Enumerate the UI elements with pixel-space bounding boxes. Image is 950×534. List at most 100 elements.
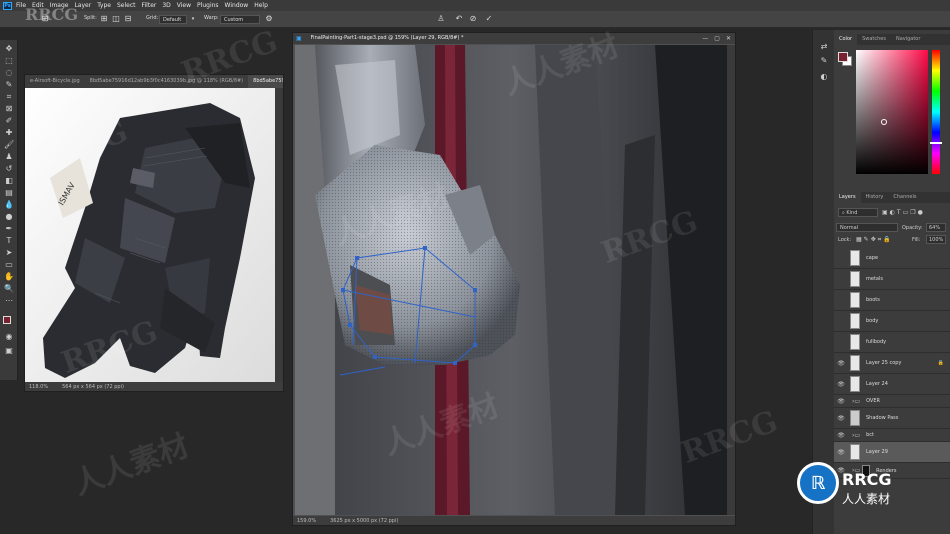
screen-mode-icon[interactable]: ▣ <box>4 346 14 356</box>
menu-filter[interactable]: Filter <box>142 2 157 9</box>
lock-icons[interactable]: ▦✎✥⌗🔒 <box>856 236 893 244</box>
menu-window[interactable]: Window <box>225 2 249 9</box>
lasso-tool-icon[interactable]: ◌ <box>4 68 14 78</box>
maximize-icon[interactable]: ▢ <box>714 35 720 42</box>
quick-mask-icon[interactable]: ◉ <box>4 332 14 342</box>
adjustments-icon[interactable]: ◐ <box>819 72 829 82</box>
brush-tool-icon[interactable]: 🖌 <box>4 140 14 150</box>
brush-settings-icon[interactable]: ✎ <box>819 56 829 66</box>
eye-icon[interactable]: 👁 <box>836 381 846 388</box>
opacity-input[interactable]: 64% <box>926 223 946 232</box>
quick-select-tool-icon[interactable]: ✎ <box>4 80 14 90</box>
layer-row-selected[interactable]: 👁 Layer 29 <box>834 442 950 463</box>
puppet-warp-icon[interactable]: ♙ <box>436 14 446 24</box>
menu-type[interactable]: Type <box>97 2 111 9</box>
menu-file[interactable]: File <box>16 2 26 9</box>
menu-view[interactable]: View <box>177 2 191 9</box>
foreground-color-swatch[interactable] <box>3 316 11 324</box>
warp-tool-icon[interactable]: ⊞ <box>40 14 50 24</box>
swap-arrows-icon[interactable]: ⇄ <box>819 42 829 52</box>
hand-tool-icon[interactable]: ✋ <box>4 272 14 282</box>
split-vertical-icon[interactable]: ◫ <box>111 14 121 24</box>
eye-icon[interactable]: 👁 <box>836 449 846 456</box>
path-selection-tool-icon[interactable]: ➤ <box>4 248 14 258</box>
blur-tool-icon[interactable]: 💧 <box>4 200 14 210</box>
tab-layers[interactable]: Layers <box>834 192 861 203</box>
layer-row[interactable]: fullbody <box>834 332 950 353</box>
gear-icon[interactable]: ⚙ <box>264 14 274 24</box>
document-title[interactable]: FinalPainting-Part1-stage3.psd @ 159% (L… <box>306 33 469 44</box>
layer-row[interactable]: 👁 Shadow Pass <box>834 408 950 429</box>
tab-navigator[interactable]: Navigator <box>891 34 925 45</box>
move-tool-icon[interactable]: ✥ <box>4 44 14 54</box>
menu-select[interactable]: Select <box>117 2 136 9</box>
menu-image[interactable]: Image <box>50 2 69 9</box>
zoom-level[interactable]: 159.0% <box>297 518 316 524</box>
layer-row[interactable]: metals <box>834 269 950 290</box>
eye-icon[interactable]: 👁 <box>836 398 846 405</box>
document-tab[interactable]: e-Airsoft-Bicycle.jpg <box>25 75 85 88</box>
hue-slider[interactable] <box>932 50 940 174</box>
layer-row[interactable]: cape <box>834 248 950 269</box>
menu-edit[interactable]: Edit <box>32 2 44 9</box>
zoom-level[interactable]: 118.0% <box>29 384 48 390</box>
eye-icon[interactable]: 👁 <box>836 432 846 439</box>
layer-filter-kind[interactable]: ⌕ Kind <box>838 208 878 217</box>
painting-canvas[interactable] <box>295 45 727 515</box>
document-tab[interactable]: 8bd5abe75916d12ab9b3f0c4163039b.jpg @ 11… <box>85 75 249 88</box>
more-tools-icon[interactable]: ⋯ <box>4 296 14 306</box>
marquee-tool-icon[interactable]: ⬚ <box>4 56 14 66</box>
eraser-tool-icon[interactable]: ◧ <box>4 176 14 186</box>
type-tool-icon[interactable]: T <box>4 236 14 246</box>
layer-filter-icons[interactable]: ▣◐T▭❐● <box>882 209 925 216</box>
color-field[interactable] <box>856 50 928 174</box>
document-tab-active[interactable]: 8bd5abe75916d12ab9b3f0c4163039b.jpg @ 11… <box>248 75 283 88</box>
photoshop-app-icon[interactable]: Ps <box>3 1 12 10</box>
frame-tool-icon[interactable]: ⊠ <box>4 104 14 114</box>
eye-icon[interactable]: 👁 <box>836 360 846 367</box>
grid-select[interactable]: Default <box>159 15 187 24</box>
dodge-tool-icon[interactable]: ● <box>4 212 14 222</box>
layer-row[interactable]: body <box>834 311 950 332</box>
vertical-scrollbar[interactable] <box>727 45 735 515</box>
menu-layer[interactable]: Layer <box>74 2 91 9</box>
menu-help[interactable]: Help <box>254 2 268 9</box>
split-crosswise-icon[interactable]: ⊞ <box>99 14 109 24</box>
clone-stamp-tool-icon[interactable]: ♟ <box>4 152 14 162</box>
close-icon[interactable]: ✕ <box>726 35 731 42</box>
fill-input[interactable]: 100% <box>926 235 946 244</box>
vertical-scrollbar[interactable] <box>275 88 283 383</box>
rectangle-tool-icon[interactable]: ▭ <box>4 260 14 270</box>
color-picker-marker[interactable] <box>881 119 887 125</box>
eye-icon[interactable]: 👁 <box>836 415 846 422</box>
eyedropper-tool-icon[interactable]: ✐ <box>4 116 14 126</box>
menu-plugins[interactable]: Plugins <box>197 2 219 9</box>
pen-tool-icon[interactable]: ✒ <box>4 224 14 234</box>
hue-slider-handle[interactable] <box>930 142 942 144</box>
tab-history[interactable]: History <box>861 192 889 203</box>
commit-checkmark-icon[interactable]: ✓ <box>484 14 494 24</box>
gradient-tool-icon[interactable]: ▤ <box>4 188 14 198</box>
layer-row[interactable]: 👁 Layer 25 copy 🔒 <box>834 353 950 374</box>
glove-image-canvas[interactable]: ISMAV <box>25 88 275 383</box>
layer-group-row[interactable]: 👁 ›▭ OVER <box>834 395 950 408</box>
tab-swatches[interactable]: Swatches <box>857 34 891 45</box>
blend-mode-select[interactable]: Normal <box>836 223 898 232</box>
menu-3d[interactable]: 3D <box>162 2 170 9</box>
healing-brush-tool-icon[interactable]: ✚ <box>4 128 14 138</box>
zoom-tool-icon[interactable]: 🔍 <box>4 284 14 294</box>
tab-channels[interactable]: Channels <box>888 192 921 203</box>
minimize-icon[interactable]: — <box>702 35 708 42</box>
layer-group-row[interactable]: 👁 ›▭ bct <box>834 429 950 442</box>
reset-icon[interactable]: ↶ <box>454 14 464 24</box>
crop-tool-icon[interactable]: ⌗ <box>4 92 14 102</box>
warp-select[interactable]: Custom <box>220 15 260 24</box>
history-brush-tool-icon[interactable]: ↺ <box>4 164 14 174</box>
layer-row[interactable]: 👁 Layer 24 <box>834 374 950 395</box>
split-horizontal-icon[interactable]: ⊟ <box>123 14 133 24</box>
cancel-icon[interactable]: ⊘ <box>468 14 478 24</box>
foreground-color-swatch[interactable] <box>838 52 848 62</box>
layer-row[interactable]: boots <box>834 290 950 311</box>
document-status-bar: 159.0% 3625 px x 5000 px (72 ppi) <box>293 516 735 525</box>
tab-color[interactable]: Color <box>834 34 858 45</box>
